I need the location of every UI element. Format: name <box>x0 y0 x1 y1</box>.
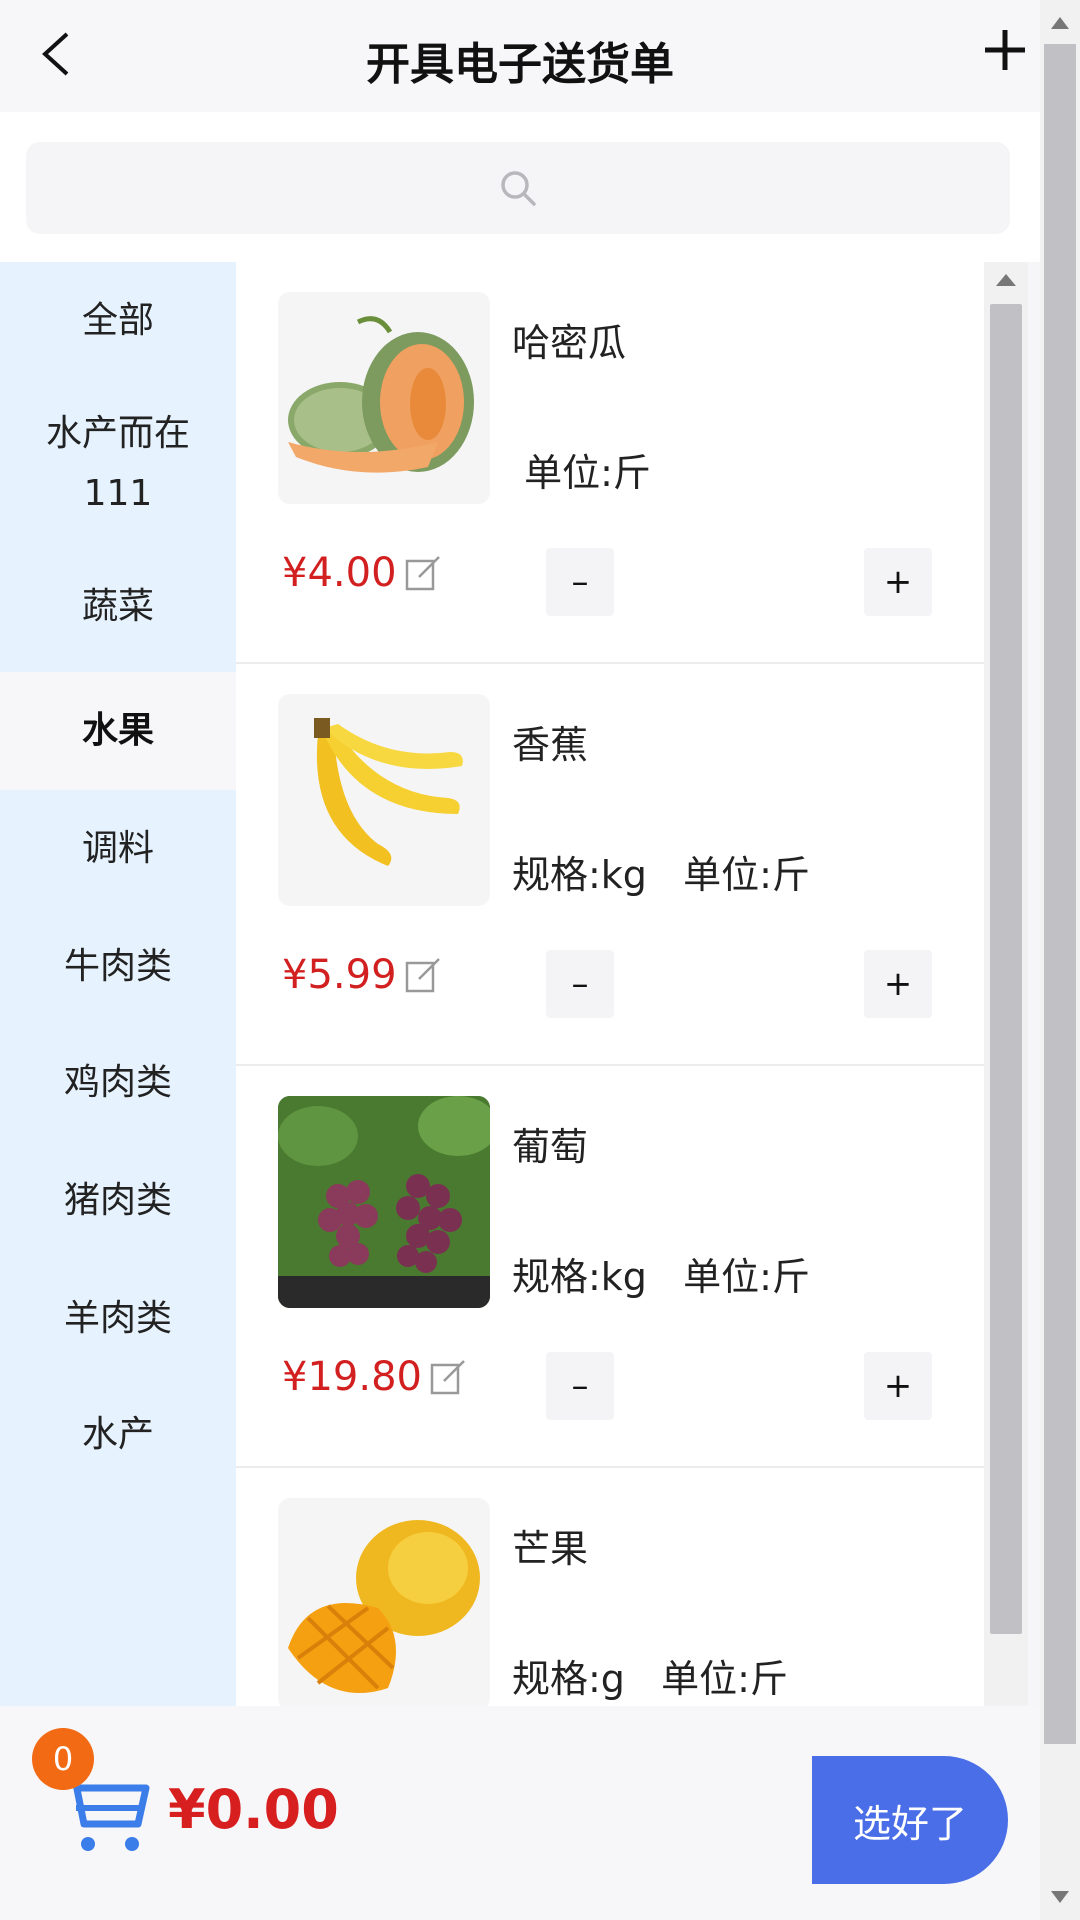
category-item-lamb[interactable]: 羊肉类 <box>0 1260 236 1378</box>
category-item-all[interactable]: 全部 <box>0 262 236 380</box>
product-name: 葡萄 <box>512 1125 589 1169</box>
page-scroll-down-icon[interactable] <box>1040 1880 1080 1914</box>
increase-quantity-button[interactable]: + <box>864 548 932 616</box>
cart-total-price: ¥0.00 <box>168 1778 339 1841</box>
product-name: 哈密瓜 <box>512 321 627 365</box>
product-name: 香蕉 <box>512 723 589 767</box>
product-image-grapes <box>278 1096 490 1308</box>
category-item-aquatic-111[interactable]: 水产而在 111 <box>0 380 236 548</box>
product-price-row: ¥19.80 <box>282 1354 468 1400</box>
product-list-scrollbar[interactable] <box>984 262 1028 1706</box>
page-scrollbar-thumb[interactable] <box>1044 44 1076 1744</box>
category-item-chicken[interactable]: 鸡肉类 <box>0 1024 236 1142</box>
product-price-row: ¥4.00 <box>282 550 443 596</box>
product-image-cantaloupe <box>278 292 490 504</box>
product-item: 香蕉 规格:kg 单位:斤 ¥5.99 – + <box>236 664 984 1066</box>
plus-icon <box>985 30 1025 70</box>
category-item-seasoning[interactable]: 调料 <box>0 790 236 908</box>
product-price: ¥5.99 <box>282 952 397 998</box>
product-image-mango <box>278 1498 490 1706</box>
product-image-banana <box>278 694 490 906</box>
search-section <box>0 112 1040 262</box>
edit-price-icon[interactable] <box>403 553 443 593</box>
add-button[interactable] <box>975 20 1035 80</box>
product-spec: 规格:kg 单位:斤 <box>512 1255 810 1299</box>
decrease-quantity-button[interactable]: – <box>546 1352 614 1420</box>
category-item-pork[interactable]: 猪肉类 <box>0 1142 236 1260</box>
decrease-quantity-button[interactable]: – <box>546 548 614 616</box>
product-spec: 单位:斤 <box>512 451 651 495</box>
category-item-vegetables[interactable]: 蔬菜 <box>0 548 236 666</box>
product-item: 芒果 规格:g 单位:斤 <box>236 1468 984 1706</box>
category-sidebar: 全部 水产而在 111 蔬菜 水果 调料 牛肉类 鸡肉类 猪肉类 羊肉类 水产 <box>0 262 236 1706</box>
cart-count-badge: 0 <box>32 1728 94 1790</box>
category-item-fruit[interactable]: 水果 <box>0 672 236 790</box>
top-bar: 开具电子送货单 <box>0 0 1040 112</box>
product-price: ¥4.00 <box>282 550 397 596</box>
scroll-up-arrow-icon[interactable] <box>984 262 1028 298</box>
search-box[interactable] <box>26 142 1010 234</box>
product-item: 葡萄 规格:kg 单位:斤 ¥19.80 – + <box>236 1066 984 1468</box>
page-scroll-up-icon[interactable] <box>1040 6 1080 40</box>
edit-price-icon[interactable] <box>428 1357 468 1397</box>
product-spec: 规格:g 单位:斤 <box>512 1657 788 1701</box>
search-input[interactable] <box>26 142 1010 234</box>
product-item: 哈密瓜 单位:斤 ¥4.00 – + <box>236 262 984 664</box>
category-item-beef[interactable]: 牛肉类 <box>0 908 236 1026</box>
page-scrollbar[interactable] <box>1040 0 1080 1920</box>
product-spec: 规格:kg 单位:斤 <box>512 853 810 897</box>
page-title: 开具电子送货单 <box>366 39 674 90</box>
product-price: ¥19.80 <box>282 1354 422 1400</box>
increase-quantity-button[interactable]: + <box>864 950 932 1018</box>
checkout-bar: 0 ¥0.00 选好了 <box>0 1706 1040 1920</box>
edit-price-icon[interactable] <box>403 955 443 995</box>
category-item-seafood[interactable]: 水产 <box>0 1376 236 1494</box>
decrease-quantity-button[interactable]: – <box>546 950 614 1018</box>
product-price-row: ¥5.99 <box>282 952 443 998</box>
product-name: 芒果 <box>512 1527 589 1571</box>
increase-quantity-button[interactable]: + <box>864 1352 932 1420</box>
done-selecting-button[interactable]: 选好了 <box>812 1756 1008 1884</box>
product-list: 哈密瓜 单位:斤 ¥4.00 – + 香蕉 规格:kg 单位:斤 ¥5.99 –… <box>236 262 984 1706</box>
scrollbar-thumb[interactable] <box>990 304 1022 1634</box>
